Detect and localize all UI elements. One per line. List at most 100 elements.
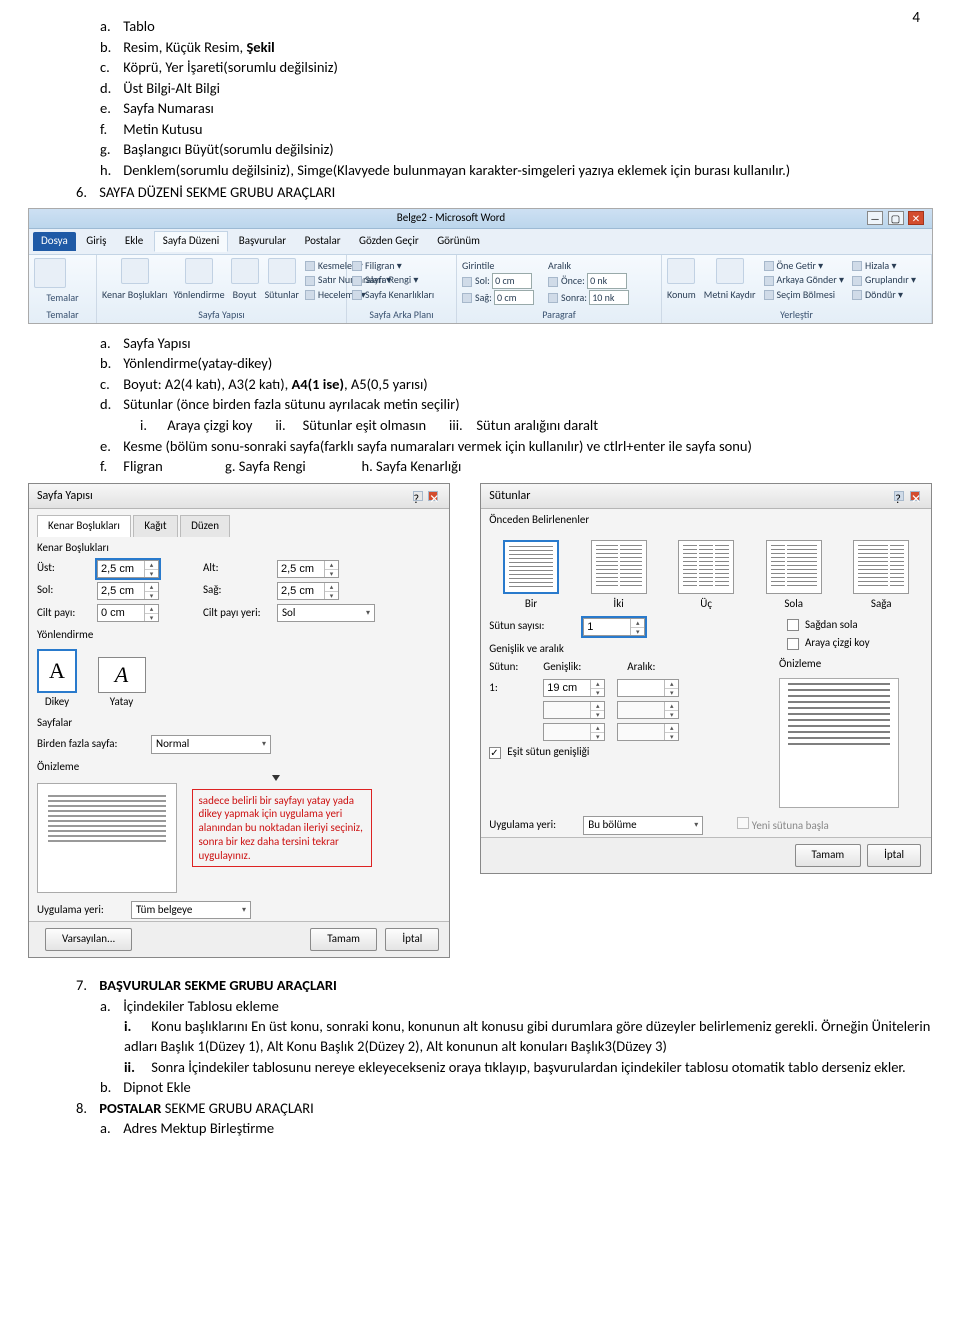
bottom-margin-input[interactable] [278,561,324,577]
group-page-background: Filigran ▾ Sayfa Rengi ▾ Sayfa Kenarlıkl… [347,255,457,323]
s6c-post: , A5(0,5 yarısı) [344,375,428,393]
rtl-checkbox[interactable] [787,619,799,631]
send-backward-icon[interactable] [764,276,774,286]
spacing-after-spinner[interactable]: 10 nk [589,290,629,306]
s6f: Fligran [123,457,162,475]
spin-down-icon[interactable]: ▾ [145,570,158,578]
line-numbers-icon[interactable] [305,276,315,286]
cancel-button[interactable]: İptal [385,928,439,951]
multi-page-select[interactable]: Normal▾ [151,735,271,754]
bring-forward-icon[interactable] [764,261,774,271]
gutter-input[interactable] [98,605,144,621]
right-margin-input[interactable] [278,583,324,599]
preset-left[interactable]: Sola [766,540,822,612]
landscape-button[interactable]: A [98,657,146,693]
preset-two[interactable]: İki [591,540,647,612]
portrait-button[interactable]: A [37,649,77,693]
item-b-bold: Şekil [246,38,274,56]
orientation-icon[interactable] [185,258,213,284]
dlg1-help-icon[interactable]: ? [413,491,423,501]
preview-pane [37,783,177,893]
spacing-after-icon [548,293,558,303]
tab-insert[interactable]: Ekle [117,232,151,251]
tab-mail[interactable]: Postalar [297,232,349,251]
s7b: Dipnot Ekle [123,1078,190,1096]
col-ok-button[interactable]: Tamam [795,844,862,867]
dlg2-close-icon[interactable]: ✕ [910,491,920,501]
tab-home[interactable]: Giriş [78,232,114,251]
tab-refs[interactable]: Başvurular [231,232,294,251]
group-icon[interactable] [852,276,862,286]
col-apply-to-select[interactable]: Bu bölüme▾ [583,816,703,835]
s7ii: Sonra İçindekiler tablosunu nereye ekley… [151,1058,905,1076]
item-d: Üst Bilgi-Alt Bilgi [123,79,220,97]
watermark-icon[interactable] [352,261,362,271]
col-count-input[interactable] [584,619,630,635]
s7a: İçindekiler Tablosu ekleme [123,997,279,1015]
columns-icon[interactable] [268,258,296,284]
item-b-pre: Resim, Küçük Resim, [123,38,246,56]
window-title: Belge2 - Microsoft Word [397,211,505,224]
sec6-title: SAYFA DÜZENİ SEKME GRUBU ARAÇLARI [99,183,335,201]
item-g: Başlangıcı Büyüt(sorumlu değilsiniz) [123,140,333,158]
item-f: Metin Kutusu [123,120,202,138]
wrap-text-icon[interactable] [716,258,744,284]
columns-dialog: Sütunlar ? ✕ Önceden Belirlenenler Bir İ… [480,483,932,874]
tab-review[interactable]: Gözden Geçir [351,232,427,251]
s7i: Konu başlıklarını En üst konu, sonraki k… [124,1017,930,1055]
indent-left-spinner[interactable]: 0 cm [492,273,532,289]
left-margin-input[interactable] [98,583,144,599]
indent-right-spinner[interactable]: 0 cm [494,290,534,306]
item-h: Denklem(sorumlu değilsiniz), Simge(Klavy… [123,161,790,179]
tab-layout[interactable]: Düzen [180,515,230,537]
hyphenation-icon[interactable] [305,290,315,300]
tab-paper[interactable]: Kağıt [133,515,177,537]
page-borders-icon[interactable] [352,290,362,300]
tab-view[interactable]: Görünüm [429,232,488,251]
s6e: Kesme (bölüm sonu-sonraki sayfa(farklı s… [123,437,752,455]
page-number: 4 [912,8,920,28]
breaks-icon[interactable] [305,261,315,271]
align-icon[interactable] [852,261,862,271]
page-color-icon[interactable] [352,276,362,286]
position-icon[interactable] [667,258,695,284]
dlg1-close-icon[interactable]: ✕ [428,491,438,501]
s6b: Yönlendirme(yatay-dikey) [123,354,272,372]
preset-three[interactable]: Üç [678,540,734,612]
maximize-button[interactable]: ▢ [888,211,904,225]
rotate-icon[interactable] [852,290,862,300]
divider-checkbox[interactable] [787,638,799,650]
themes-icon[interactable] [34,258,66,288]
section-7: 7. BAŞVURULAR SEKME GRUBU ARAÇLARI a. İç… [28,976,932,1139]
gutter-pos-select[interactable]: Sol▾ [277,604,375,623]
preset-one[interactable]: Bir [503,540,559,612]
minimize-button[interactable]: — [867,211,883,225]
s6c-pre: Boyut: A2(4 katı), A3(2 katı), [123,375,291,393]
close-button[interactable]: ✕ [908,211,924,225]
preset-right[interactable]: Sağa [853,540,909,612]
default-button[interactable]: Varsayılan... [45,928,132,951]
item-e: Sayfa Numarası [123,99,214,117]
col-width-input[interactable] [544,680,590,696]
ok-button[interactable]: Tamam [310,928,377,951]
col-preview [779,678,899,808]
sec8-title-bold: POSTALAR [99,1099,161,1117]
tab-file[interactable]: Dosya [33,232,76,251]
s6h: h. Sayfa Kenarlığı [362,457,462,475]
caret-icon [272,775,280,781]
size-icon[interactable] [231,258,259,284]
spacing-before-icon [548,277,558,287]
equal-width-checkbox[interactable] [489,747,501,759]
tab-margins[interactable]: Kenar Boşlukları [37,515,131,537]
tab-layout[interactable]: Sayfa Düzeni [154,231,228,252]
top-margin-input[interactable] [98,561,144,577]
selection-pane-icon[interactable] [764,290,774,300]
spacing-before-spinner[interactable]: 0 nk [587,273,627,289]
col-spacing-input[interactable] [618,680,664,696]
dlg2-help-icon[interactable]: ? [894,491,904,501]
apply-to-select[interactable]: Tüm belgeye▾ [131,901,251,920]
margins-icon[interactable] [121,258,149,284]
s6a: Sayfa Yapısı [123,334,190,352]
s6c-bold: A4(1 ise) [292,375,344,393]
col-cancel-button[interactable]: İptal [867,844,921,867]
